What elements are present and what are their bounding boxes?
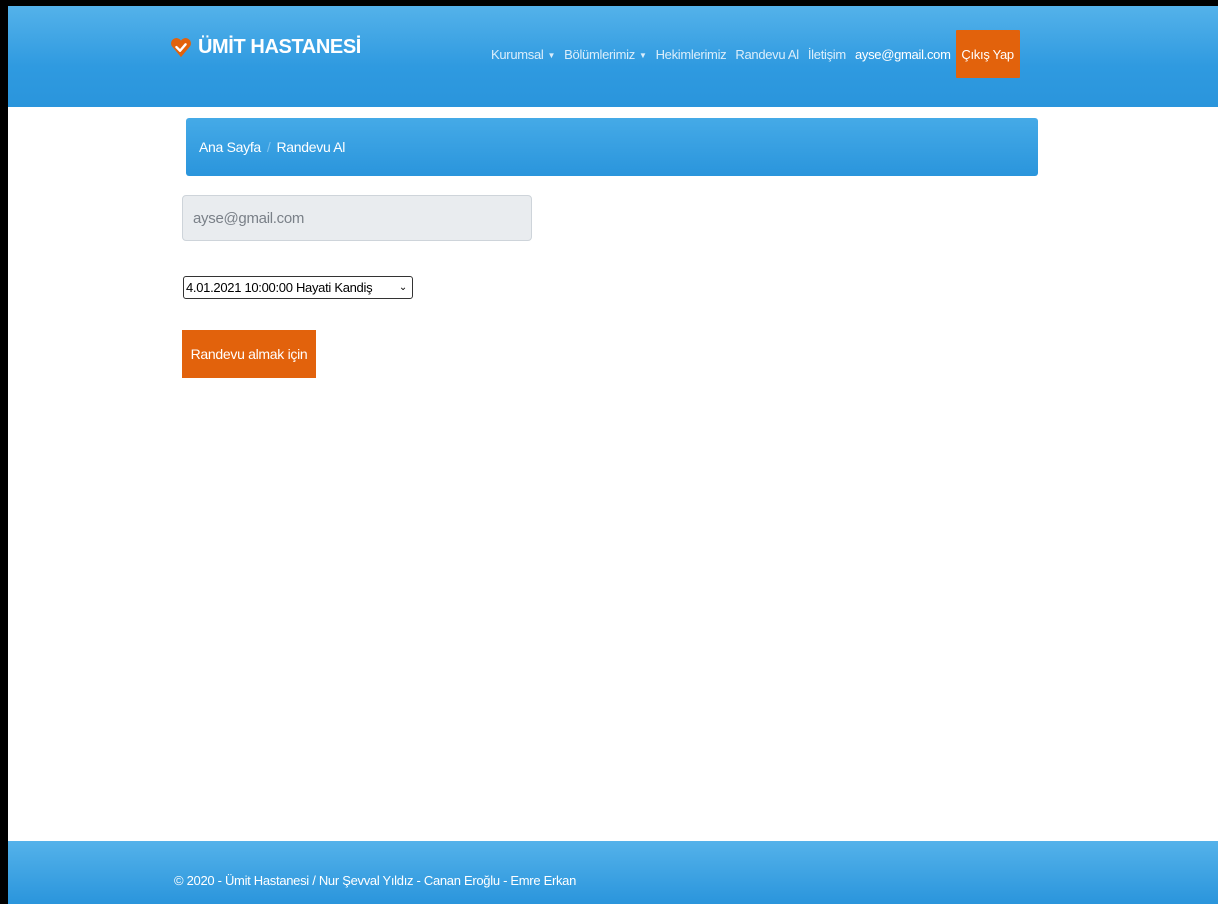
nav-item-hekimlerimiz[interactable]: Hekimlerimiz [656,47,727,62]
caret-down-icon: ▼ [547,50,556,60]
chevron-down-icon: ⌄ [398,282,407,293]
brand-logo[interactable]: ÜMİT HASTANESİ [170,36,361,59]
heart-check-icon [171,37,191,57]
caret-down-icon: ▼ [638,50,647,60]
user-email-link[interactable]: ayse@gmail.com [855,47,951,62]
breadcrumb-home[interactable]: Ana Sayfa [199,139,261,155]
top-navbar: ÜMİT HASTANESİ Kurumsal ▼ Bölümlerimiz ▼ H… [8,6,1218,107]
footer: © 2020 - Ümit Hastanesi / Nur Şevval Yıl… [8,841,1218,904]
appointment-selected-value: 4.01.2021 10:00:00 Hayati Kandiş [186,280,373,295]
nav-item-randevu-al[interactable]: Randevu Al [735,47,799,62]
nav-item-label: Bölümlerimiz [564,46,635,62]
nav-item-bolumlerimiz[interactable]: Bölümlerimiz ▼ [564,46,647,62]
nav-item-kurumsal[interactable]: Kurumsal ▼ [491,47,555,62]
footer-text: © 2020 - Ümit Hastanesi / Nur Şevval Yıl… [174,873,577,888]
page-frame: ÜMİT HASTANESİ Kurumsal ▼ Bölümlerimiz ▼ H… [8,6,1218,904]
logout-button[interactable]: Çıkış Yap [955,30,1020,78]
breadcrumb-current: Randevu Al [276,139,346,155]
breadcrumb: Ana Sayfa / Randevu Al [186,118,1038,176]
nav-item-iletisim[interactable]: İletişim [808,47,846,62]
email-field[interactable] [182,195,532,241]
appointment-select[interactable]: 4.01.2021 10:00:00 Hayati Kandiş ⌄ [183,276,413,299]
breadcrumb-separator: / [266,139,271,155]
main-nav: Kurumsal ▼ Bölümlerimiz ▼ Hekimlerimiz Ran… [491,30,1020,78]
brand-name: ÜMİT HASTANESİ [198,36,361,58]
nav-item-label: Kurumsal [491,46,544,62]
book-appointment-button[interactable]: Randevu almak için [182,330,316,378]
